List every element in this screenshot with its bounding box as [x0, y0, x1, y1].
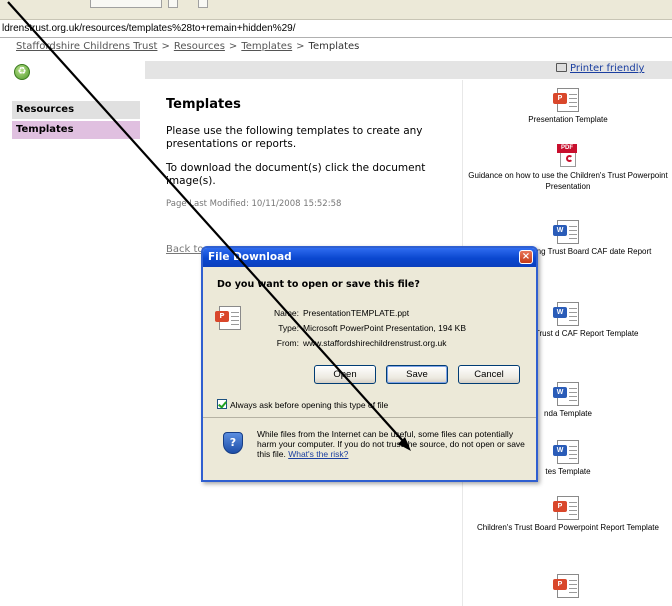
file-source: www.staffordshirechildrenstrust.org.uk	[303, 338, 447, 348]
security-shield-icon: ?	[223, 432, 243, 454]
page-modified: Page Last Modified: 10/11/2008 15:52:58	[166, 199, 342, 209]
breadcrumb-link-home[interactable]: Staffordshire Childrens Trust	[16, 41, 157, 52]
open-button[interactable]: Open	[314, 365, 376, 384]
powerpoint-document-icon[interactable]: P	[553, 574, 579, 598]
powerpoint-file-icon: P	[215, 306, 241, 330]
document-label[interactable]: Children's Trust Board Powerpoint Report…	[477, 523, 659, 532]
printer-friendly[interactable]: Printer friendly	[556, 63, 644, 74]
breadcrumb-separator: >	[161, 41, 170, 52]
sidebar-item-templates[interactable]: Templates	[12, 121, 140, 139]
sidebar-item-resources[interactable]: Resources	[12, 101, 140, 119]
main-content: Templates Please use the following templ…	[166, 97, 456, 209]
download-instructions: To download the document(s) click the do…	[166, 162, 426, 187]
always-ask-checkbox[interactable]	[217, 399, 227, 409]
breadcrumb-link-templates[interactable]: Templates	[241, 41, 292, 52]
dialog-titlebar[interactable]: File Download	[203, 248, 536, 267]
sidebar: Resources Templates	[12, 101, 140, 141]
toolbar-button[interactable]	[198, 0, 208, 8]
dialog-question: Do you want to open or save this file?	[217, 279, 420, 290]
always-ask-label[interactable]: Always ask before opening this type of f…	[230, 400, 388, 410]
word-document-icon[interactable]: W	[553, 440, 579, 464]
back-link[interactable]: Back to	[166, 244, 204, 255]
type-label: Type:	[278, 323, 299, 333]
always-ask-option[interactable]: Always ask before opening this type of f…	[217, 399, 388, 411]
warning-panel: ? While files from the Internet can be u…	[203, 418, 536, 480]
intro-text: Please use the following templates to cr…	[166, 125, 423, 150]
save-button[interactable]: Save	[386, 365, 448, 384]
close-icon[interactable]: ×	[519, 250, 533, 264]
breadcrumb: Staffordshire Childrens Trust > Resources >…	[16, 41, 359, 52]
file-details: Name: PresentationTEMPLATE.ppt Type: Micro…	[259, 306, 466, 351]
document-item[interactable]: P Children's Trust Board Powerpoint Repo…	[463, 496, 672, 533]
dialog-title: File Download	[208, 251, 292, 263]
pdf-document-icon[interactable]: PDF	[557, 144, 579, 168]
toolbar-button[interactable]	[168, 0, 178, 8]
breadcrumb-current: Templates	[308, 41, 360, 52]
file-type: Microsoft PowerPoint Presentation, 194 K…	[303, 323, 466, 333]
document-label[interactable]: nda Template	[544, 409, 592, 418]
breadcrumb-link-resources[interactable]: Resources	[174, 41, 225, 52]
document-item[interactable]: P	[463, 574, 672, 600]
breadcrumb-separator: >	[228, 41, 238, 52]
browser-toolbar	[0, 0, 672, 20]
word-document-icon[interactable]: W	[553, 382, 579, 406]
word-document-icon[interactable]: W	[553, 220, 579, 244]
risk-link[interactable]: What's the risk?	[288, 449, 348, 459]
address-bar[interactable]: ldrenstrust.org.uk/resources/templates%2…	[0, 20, 672, 38]
word-document-icon[interactable]: W	[553, 302, 579, 326]
document-label[interactable]: Presentation Template	[528, 115, 607, 124]
name-label: Name:	[273, 308, 299, 318]
toolbar-button[interactable]	[90, 0, 162, 8]
file-name: PresentationTEMPLATE.ppt	[303, 308, 410, 318]
document-label[interactable]: tes Template	[545, 467, 590, 476]
printer-friendly-link[interactable]: Printer friendly	[570, 63, 644, 74]
powerpoint-document-icon[interactable]: P	[553, 88, 579, 112]
powerpoint-document-icon[interactable]: P	[553, 496, 579, 520]
document-label[interactable]: Guidance on how to use the Children's Tr…	[468, 171, 667, 191]
file-download-dialog: File Download × Do you want to open or s…	[201, 246, 538, 482]
breadcrumb-separator: >	[296, 41, 305, 52]
printer-icon	[556, 63, 567, 72]
document-item[interactable]: PDF Guidance on how to use the Children'…	[463, 144, 672, 192]
warning-text: While files from the Internet can be use…	[257, 429, 529, 459]
recycle-logo-icon: ♻	[14, 64, 30, 80]
document-item[interactable]: P Presentation Template	[463, 88, 672, 125]
cancel-button[interactable]: Cancel	[458, 365, 520, 384]
from-label: From:	[276, 338, 299, 348]
page-title: Templates	[166, 97, 241, 112]
